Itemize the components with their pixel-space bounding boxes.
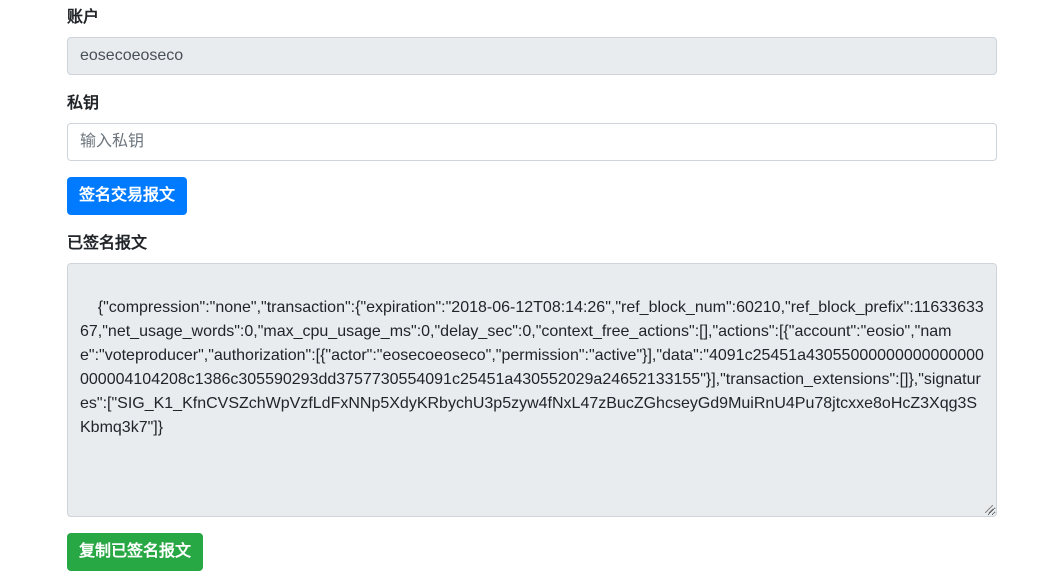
sign-transaction-form: 账户 eosecoeoseco 私钥 签名交易报文 已签名报文 {"compre… <box>0 0 1060 580</box>
private-key-input[interactable] <box>67 123 997 161</box>
copy-signed-message-button[interactable]: 复制已签名报文 <box>67 533 204 571</box>
sign-transaction-button[interactable]: 签名交易报文 <box>67 177 188 215</box>
private-key-label: 私钥 <box>67 95 100 112</box>
signed-message-textarea[interactable]: {"compression":"none","transaction":{"ex… <box>67 263 997 517</box>
signed-message-text: {"compression":"none","transaction":{"ex… <box>80 299 984 436</box>
account-field: eosecoeoseco <box>67 37 997 75</box>
resize-handle-icon[interactable] <box>985 505 993 513</box>
account-label: 账户 <box>67 9 100 26</box>
signed-message-label: 已签名报文 <box>67 235 148 252</box>
